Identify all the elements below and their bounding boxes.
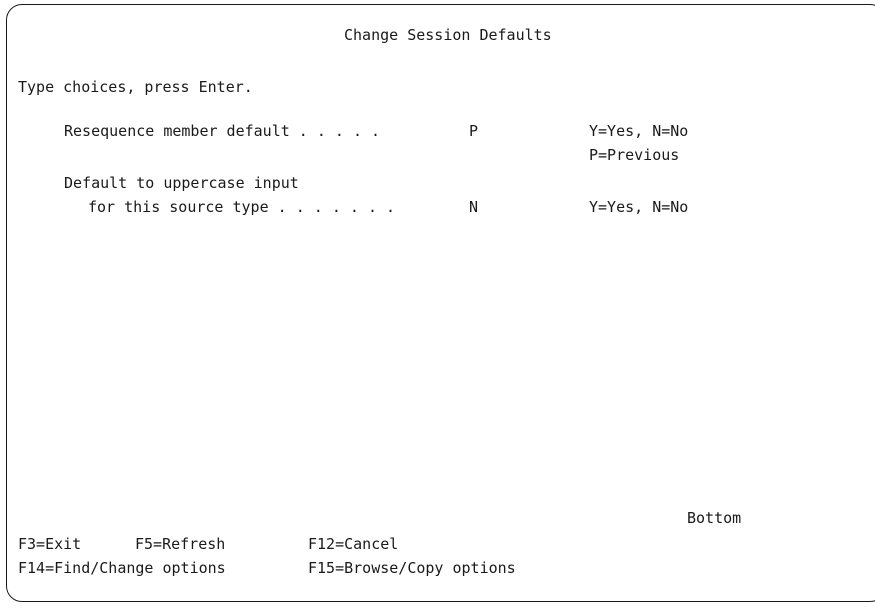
screen-title: Change Session Defaults: [344, 26, 552, 44]
uppercase-input-label-line2: for this source type . . . . . . .: [88, 198, 396, 216]
instruction-text: Type choices, press Enter.: [18, 78, 253, 96]
resequence-member-default-label: Resequence member default . . . . .: [64, 122, 381, 140]
list-position-indicator: Bottom: [687, 509, 742, 527]
terminal-screen: Change Session Defaults Type choices, pr…: [6, 4, 875, 602]
f3-exit-key[interactable]: F3=Exit: [18, 535, 81, 553]
resequence-member-default-input[interactable]: P: [469, 122, 489, 142]
uppercase-input-label-line1: Default to uppercase input: [64, 174, 299, 192]
uppercase-choice-yes-no: Y=Yes, N=No: [589, 198, 689, 216]
f15-browse-copy-key[interactable]: F15=Browse/Copy options: [308, 559, 516, 577]
resequence-choice-yes-no: Y=Yes, N=No: [589, 122, 689, 140]
f12-cancel-key[interactable]: F12=Cancel: [308, 535, 398, 553]
resequence-choice-previous: P=Previous: [589, 146, 680, 164]
uppercase-input-field[interactable]: N: [469, 198, 489, 218]
f14-find-change-key[interactable]: F14=Find/Change options: [18, 559, 226, 577]
f5-refresh-key[interactable]: F5=Refresh: [135, 535, 225, 553]
